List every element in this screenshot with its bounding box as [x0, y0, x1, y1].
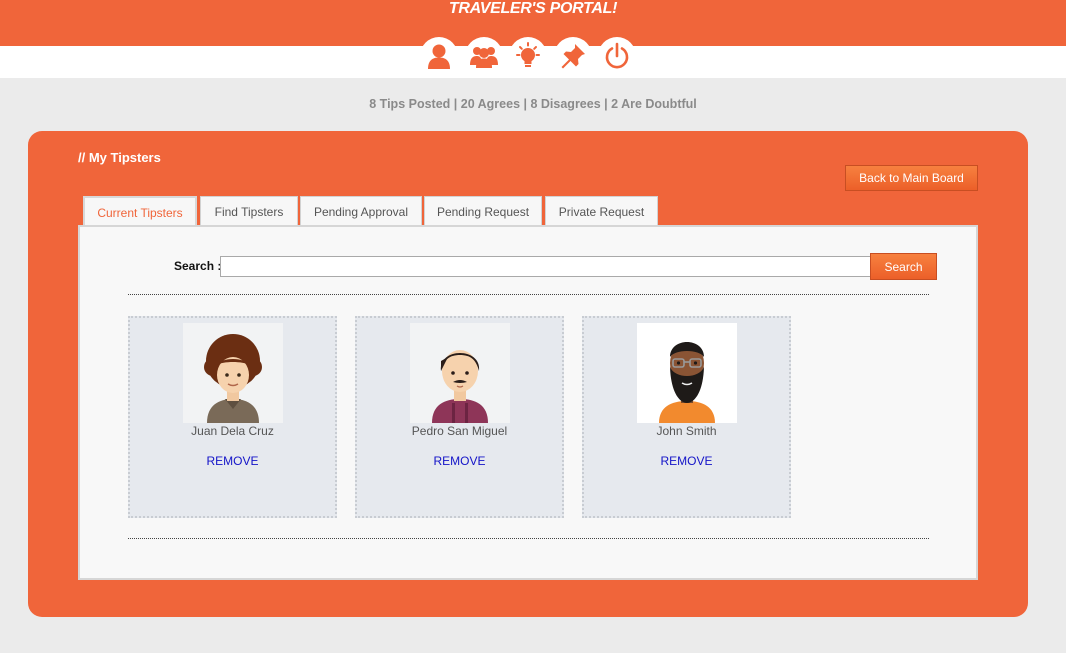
group-icon	[470, 47, 498, 68]
back-to-main-board-button[interactable]: Back to Main Board	[845, 165, 978, 191]
bottom-divider	[128, 538, 929, 539]
pinned-nav-button[interactable]	[554, 37, 592, 75]
brand-title: TRAVELER'S PORTAL!	[448, 0, 618, 17]
tab-current-tipsters[interactable]: Current Tipsters	[83, 196, 197, 227]
tipster-name: Juan Dela Cruz	[191, 424, 274, 438]
panel-title: // My Tipsters	[78, 150, 161, 165]
search-label: Search :	[174, 259, 222, 273]
my-tipsters-panel: // My Tipsters Back to Main Board Curren…	[28, 131, 1028, 617]
top-divider	[128, 294, 929, 295]
avatar	[183, 323, 283, 423]
tip-stats: 8 Tips Posted | 20 Agrees | 8 Disagrees …	[369, 97, 697, 111]
tipster-avatar-mustache-icon	[410, 323, 510, 423]
pin-icon	[561, 44, 585, 69]
tipster-name: Pedro San Miguel	[411, 424, 508, 438]
power-icon	[605, 42, 629, 69]
remove-tipster-link[interactable]: REMOVE	[130, 454, 335, 468]
remove-tipster-link[interactable]: REMOVE	[584, 454, 789, 468]
remove-tipster-link[interactable]: REMOVE	[357, 454, 562, 468]
tipster-card: Pedro San Miguel REMOVE	[355, 316, 564, 518]
search-button[interactable]: Search	[870, 253, 937, 280]
tipster-avatar-bearded-icon	[637, 323, 737, 423]
logout-nav-button[interactable]	[598, 37, 636, 75]
tab-private-request[interactable]: Private Request	[545, 196, 658, 226]
tab-find-tipsters[interactable]: Find Tipsters	[200, 196, 298, 226]
tipster-card: John Smith REMOVE	[582, 316, 791, 518]
tab-pending-approval[interactable]: Pending Approval	[300, 196, 422, 226]
avatar	[637, 323, 737, 423]
tipster-card: Juan Dela Cruz REMOVE	[128, 316, 337, 518]
tipster-avatar-curly-icon	[183, 323, 283, 423]
user-icon	[428, 44, 450, 69]
tipster-name: John Smith	[656, 424, 717, 438]
avatar	[410, 323, 510, 423]
search-input[interactable]	[220, 256, 871, 277]
tab-content: Search : Search Juan Dela Cruz REMOVE Pe…	[78, 225, 978, 580]
tipsters-nav-button[interactable]	[465, 37, 503, 75]
profile-nav-button[interactable]	[420, 37, 458, 75]
tab-pending-request[interactable]: Pending Request	[424, 196, 542, 226]
lightbulb-icon	[516, 42, 540, 67]
tips-nav-button[interactable]	[509, 37, 547, 75]
